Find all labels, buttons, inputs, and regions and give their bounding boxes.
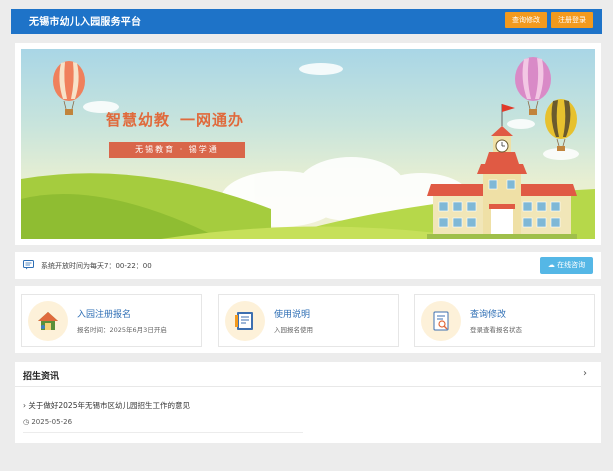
online-consult-button[interactable]: ☁ 在线咨询	[540, 257, 593, 274]
document-icon	[235, 312, 253, 330]
notice-bar: 系统开放时间为每天7：00-22：00 ☁ 在线咨询	[15, 252, 601, 279]
top-header: 无锡市幼儿入园服务平台 查询修改 注册登录	[11, 9, 602, 34]
query-modify-button[interactable]: 查询修改	[505, 12, 547, 28]
card-usage-guide[interactable]: 使用说明 入园报名使用	[218, 294, 399, 347]
news-item-link[interactable]: › 关于做好2025年无锡市区幼儿园招生工作的意见	[23, 400, 190, 411]
register-login-button[interactable]: 注册登录	[551, 12, 593, 28]
enrollment-news-panel: 招生资讯 › › 关于做好2025年无锡市区幼儿园招生工作的意见 ◷ 2025-…	[15, 362, 601, 443]
card-title: 查询修改	[470, 310, 507, 320]
banner-sub-slogan: 无锡教育 · 锡学通	[109, 142, 245, 158]
card-icon-circle	[225, 301, 265, 341]
card-icon-circle	[28, 301, 68, 341]
news-heading: 招生资讯	[23, 372, 60, 382]
divider	[23, 432, 303, 433]
card-query-modify[interactable]: 查询修改 登录查看报名状态	[414, 294, 595, 347]
card-title: 入园注册报名	[77, 310, 132, 320]
message-icon	[23, 260, 34, 270]
card-subtitle: 入园报名使用	[274, 326, 313, 334]
news-item-date: ◷ 2025-05-26	[23, 418, 72, 426]
card-subtitle: 报名时间：2025年6月3日开启	[77, 326, 167, 334]
slogan-left: 智慧幼教	[106, 111, 171, 129]
site-title: 无锡市幼儿入园服务平台	[29, 17, 142, 28]
banner-illustration	[21, 57, 595, 239]
news-item-title: 关于做好2025年无锡市区幼儿园招生工作的意见	[28, 401, 190, 410]
card-enroll-register[interactable]: 入园注册报名 报名时间：2025年6月3日开启	[21, 294, 202, 347]
online-consult-label: 在线咨询	[557, 261, 586, 269]
search-doc-icon	[433, 311, 449, 331]
banner-container: 智慧幼教 一网通办 无锡教育 · 锡学通	[15, 43, 601, 245]
news-more-chevron-icon[interactable]: ›	[583, 368, 587, 379]
banner-image: 智慧幼教 一网通办 无锡教育 · 锡学通	[21, 49, 595, 239]
banner-slogan: 智慧幼教 一网通办	[106, 109, 244, 130]
slogan-right: 一网通办	[180, 111, 245, 129]
card-title: 使用说明	[274, 310, 311, 320]
card-icon-circle	[421, 301, 461, 341]
service-cards: 入园注册报名 报名时间：2025年6月3日开启 使用说明 入园报名使用 查询修改…	[15, 286, 601, 353]
news-header: 招生资讯 ›	[15, 362, 601, 387]
card-subtitle: 登录查看报名状态	[470, 326, 522, 334]
house-icon	[38, 312, 58, 330]
open-hours-text: 系统开放时间为每天7：00-22：00	[41, 262, 152, 270]
news-date-text: 2025-05-26	[31, 418, 73, 426]
chat-icon: ☁	[547, 261, 555, 269]
